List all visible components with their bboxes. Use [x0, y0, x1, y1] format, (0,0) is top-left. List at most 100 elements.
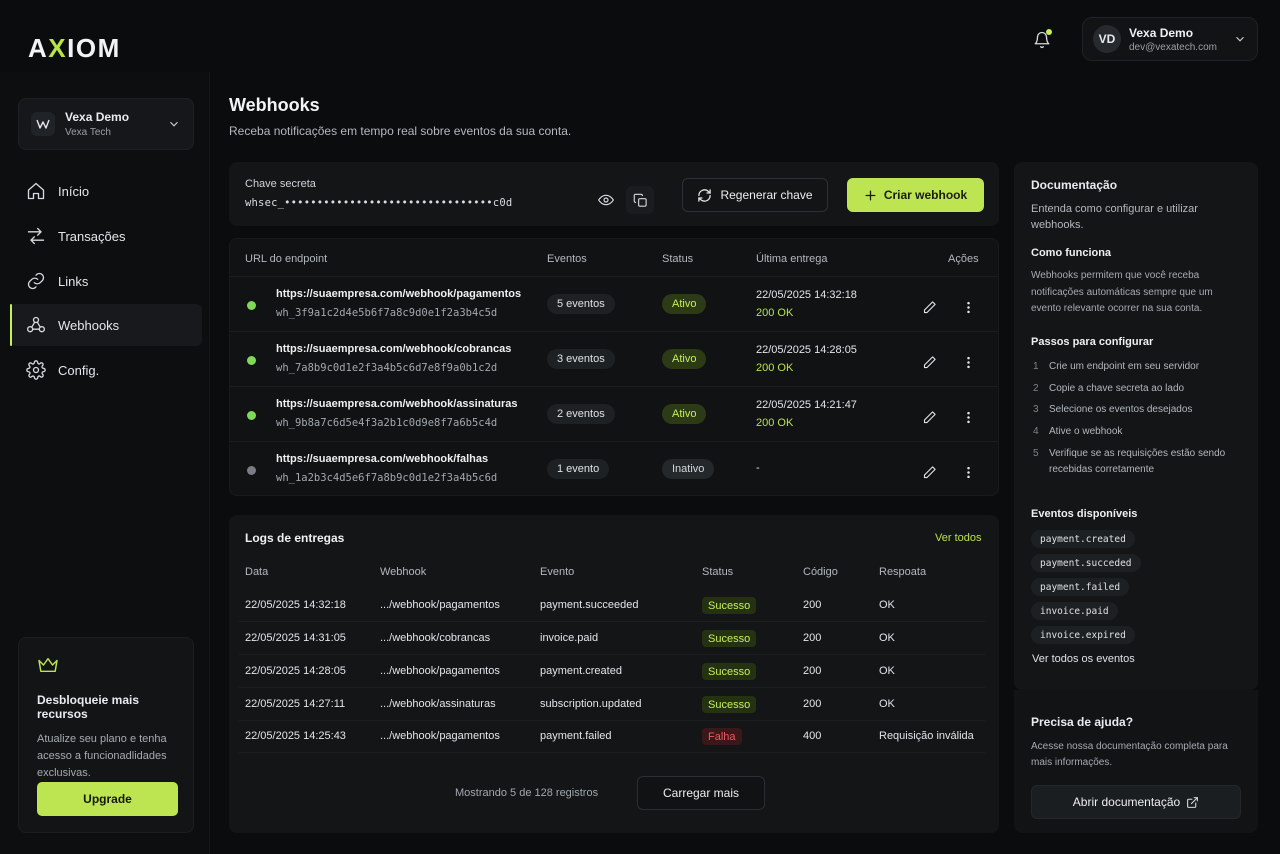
status-badge: Sucesso: [702, 597, 757, 614]
status-badge: Ativo: [662, 294, 707, 314]
status-badge: Ativo: [662, 349, 707, 369]
table-row[interactable]: 22/05/2025 14:28:05 .../webhook/pagament…: [229, 655, 999, 688]
log-date: 22/05/2025 14:31:05: [245, 632, 346, 644]
more-button[interactable]: [954, 458, 982, 486]
docs-how-title: Como funciona: [1031, 247, 1112, 259]
docs-events-title: Eventos disponíveis: [1031, 508, 1138, 520]
edit-button[interactable]: [915, 403, 943, 431]
eye-icon: [598, 194, 614, 206]
status-dot: [247, 356, 256, 365]
log-code: 400: [803, 730, 822, 742]
sidebar-item-inicio[interactable]: Início: [10, 170, 202, 212]
log-date: 22/05/2025 14:32:18: [245, 599, 346, 611]
col-code: Código: [803, 566, 838, 578]
status-dot: [247, 301, 256, 310]
col-status: Status: [702, 566, 734, 578]
col-last-delivery: Última entrega: [756, 253, 828, 265]
status-dot: [247, 466, 256, 475]
load-more-button[interactable]: Carregar mais: [637, 776, 765, 810]
log-webhook: .../webhook/cobrancas: [380, 632, 491, 644]
table-row[interactable]: 22/05/2025 14:25:43 .../webhook/pagament…: [229, 720, 999, 753]
docs-step: 2 Copie a chave secreta ao lado: [1033, 383, 1185, 394]
upgrade-card: Desbloqueie mais recursos Atualize seu p…: [18, 637, 194, 833]
upgrade-title: Desbloqueie mais recursos: [37, 693, 140, 721]
log-webhook: .../webhook/pagamentos: [380, 730, 500, 742]
refresh-icon: [698, 188, 712, 202]
copy-icon: [633, 193, 647, 207]
events-badge: 3 eventos: [547, 349, 615, 369]
log-webhook: .../webhook/pagamentos: [380, 599, 500, 611]
chevron-down-icon: [170, 121, 178, 127]
sidebar-item-links[interactable]: Links: [10, 260, 202, 302]
log-code: 200: [803, 599, 822, 611]
table-row[interactable]: https://suaempresa.com/webhook/assinatur…: [229, 386, 999, 441]
pencil-icon: [923, 300, 936, 313]
org-logo-icon: [31, 112, 55, 136]
help-title: Precisa de ajuda?: [1031, 715, 1134, 729]
sidebar-item-webhooks[interactable]: Webhooks: [10, 304, 202, 346]
event-tag[interactable]: payment.failed: [1031, 578, 1130, 596]
col-date: Data: [245, 566, 269, 578]
webhook-id: wh_3f9a1c2d4e5b6f7a8c9d0e1f2a3b4c5d: [276, 307, 498, 319]
org-name: Vexa Demo: [65, 110, 130, 124]
last-delivery: 22/05/2025 14:32:18: [756, 289, 857, 301]
docs-steps-title: Passos para configurar: [1031, 336, 1154, 348]
col-status: Status: [662, 253, 694, 265]
chevron-down-icon: [1236, 36, 1244, 42]
last-delivery: 22/05/2025 14:28:05: [756, 344, 857, 356]
link-icon: [27, 272, 45, 290]
pencil-icon: [923, 355, 936, 368]
table-row[interactable]: 22/05/2025 14:27:11 .../webhook/assinatu…: [229, 688, 999, 721]
table-row[interactable]: https://suaempresa.com/webhook/pagamento…: [229, 276, 999, 331]
endpoint-url: https://suaempresa.com/webhook/assinatur…: [276, 398, 518, 410]
table-row[interactable]: https://suaempresa.com/webhook/cobrancas…: [229, 331, 999, 386]
user-email: dev@vexatech.com: [1129, 41, 1217, 53]
regenerate-key-button[interactable]: Regenerar chave: [682, 178, 828, 212]
copy-secret-button[interactable]: [626, 186, 654, 214]
sidebar-item-label: Transações: [58, 228, 126, 244]
org-switcher[interactable]: Vexa Demo Vexa Tech: [18, 98, 194, 150]
logs-view-all-link[interactable]: Ver todos: [935, 532, 981, 544]
table-row[interactable]: https://suaempresa.com/webhook/falhas wh…: [229, 441, 999, 496]
event-tag[interactable]: payment.created: [1031, 530, 1135, 548]
event-tag[interactable]: invoice.expired: [1031, 626, 1135, 644]
log-response: Requisição inválida: [879, 730, 974, 742]
docs-description: Entenda como configurar e utilizar webho…: [1031, 203, 1198, 231]
sidebar-item-config[interactable]: Config.: [10, 349, 202, 391]
col-url: URL do endpoint: [245, 253, 328, 265]
plus-icon: [865, 190, 876, 200]
event-tag[interactable]: invoice.paid: [1031, 602, 1118, 620]
log-date: 22/05/2025 14:25:43: [245, 730, 346, 742]
app-logo[interactable]: AXIOM: [28, 33, 121, 64]
docs-how-text: Webhooks permitem que você receba notifi…: [1031, 270, 1213, 314]
pencil-icon: [923, 465, 936, 478]
sidebar-item-transacoes[interactable]: Transações: [10, 215, 202, 257]
more-button[interactable]: [954, 403, 982, 431]
open-docs-button[interactable]: Abrir documentação: [1031, 785, 1241, 819]
events-badge: 1 evento: [547, 459, 610, 479]
log-date: 22/05/2025 14:28:05: [245, 665, 346, 677]
events-badge: 2 eventos: [547, 404, 615, 424]
sidebar-item-label: Webhooks: [58, 317, 120, 333]
col-events: Eventos: [547, 253, 587, 265]
table-row[interactable]: 22/05/2025 14:32:18 .../webhook/pagament…: [229, 589, 999, 622]
external-link-icon: [1187, 796, 1199, 808]
edit-button[interactable]: [915, 348, 943, 376]
docs-step: 5 Verifique se as requisições estão sendo…: [1033, 448, 1226, 475]
docs-all-events-link[interactable]: Ver todos os eventos: [1032, 653, 1135, 665]
user-menu[interactable]: VD Vexa Demo dev@vexatech.com: [1082, 17, 1258, 61]
edit-button[interactable]: [915, 458, 943, 486]
webhook-icon: [27, 316, 45, 333]
user-name: Vexa Demo: [1129, 25, 1194, 40]
more-button[interactable]: [954, 293, 982, 321]
upgrade-button[interactable]: Upgrade: [37, 782, 178, 816]
show-secret-button[interactable]: [592, 186, 620, 214]
create-webhook-button[interactable]: Criar webhook: [847, 178, 984, 212]
more-button[interactable]: [954, 348, 982, 376]
log-response: OK: [879, 665, 895, 677]
event-tag[interactable]: payment.succeded: [1031, 554, 1141, 572]
last-delivery: 22/05/2025 14:21:47: [756, 399, 857, 411]
edit-button[interactable]: [915, 293, 943, 321]
table-row[interactable]: 22/05/2025 14:31:05 .../webhook/cobranca…: [229, 622, 999, 655]
notifications-button[interactable]: [1024, 22, 1060, 58]
